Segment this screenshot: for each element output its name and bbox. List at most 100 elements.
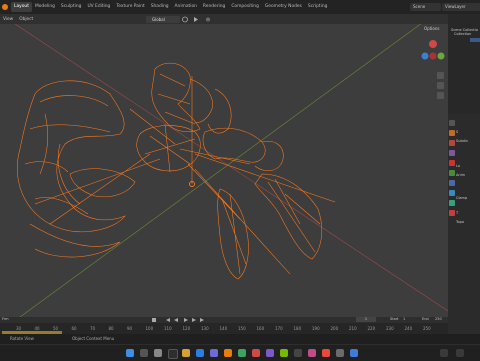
options-menu[interactable]: Options bbox=[424, 26, 439, 31]
menu-view[interactable]: View bbox=[0, 17, 16, 22]
app-icon[interactable] bbox=[210, 349, 218, 357]
wireframe-creature[interactable] bbox=[16, 62, 336, 280]
transform-orientation-dropdown[interactable]: Global bbox=[146, 16, 180, 23]
modifier-tab-icon[interactable] bbox=[449, 190, 455, 196]
prop-label: Clamp bbox=[456, 196, 468, 200]
app-icon[interactable] bbox=[266, 349, 274, 357]
os-taskbar bbox=[0, 344, 480, 361]
tab-shading[interactable]: Shading bbox=[148, 2, 172, 12]
frame-tick-label: 200 bbox=[330, 326, 339, 331]
tab-sculpting[interactable]: Sculpting bbox=[58, 2, 85, 12]
frame-tick-label: 240 bbox=[404, 326, 413, 331]
frame-tick-label: 210 bbox=[349, 326, 357, 331]
prop-label: Topo bbox=[456, 220, 465, 224]
3d-viewport[interactable] bbox=[0, 24, 448, 317]
frame-tick-label: 220 bbox=[367, 326, 376, 331]
blender-taskbar-icon[interactable] bbox=[224, 349, 232, 357]
frame-tick-label: 190 bbox=[312, 326, 320, 331]
proportional-edit-icon[interactable] bbox=[206, 17, 210, 22]
frame-tick-label: 110 bbox=[164, 326, 172, 331]
render-tab-icon[interactable] bbox=[449, 130, 455, 136]
tool-tab-icon[interactable] bbox=[449, 120, 455, 126]
system-tray-icon[interactable] bbox=[440, 349, 448, 357]
gizmo-z-icon[interactable] bbox=[421, 52, 429, 60]
prop-label: Subdiv bbox=[456, 139, 468, 143]
edge-icon[interactable] bbox=[196, 349, 204, 357]
tab-layout[interactable]: Layout bbox=[11, 2, 32, 12]
app-icon[interactable] bbox=[294, 349, 302, 357]
tab-texture-paint[interactable]: Texture Paint bbox=[113, 2, 147, 12]
scene-tab-icon[interactable] bbox=[449, 160, 455, 166]
tab-uv-editing[interactable]: UV Editing bbox=[84, 2, 113, 12]
task-view-icon[interactable] bbox=[154, 349, 162, 357]
status-context-menu: Object Context Menu bbox=[72, 336, 115, 341]
scene-selector[interactable]: Scene bbox=[410, 3, 441, 11]
property-labels: S Subdiv Lo Anim Clamp T Topo bbox=[456, 128, 468, 227]
object-tab-icon[interactable] bbox=[449, 180, 455, 186]
blender-logo-icon[interactable] bbox=[2, 4, 8, 10]
properties-panel: S Subdiv Lo Anim Clamp T Topo bbox=[448, 114, 480, 360]
navigation-gizmo bbox=[421, 40, 445, 99]
prop-label: T bbox=[456, 211, 459, 215]
gizmo-neg-x-icon[interactable] bbox=[429, 52, 437, 60]
outliner-list: Scene Collection Collection bbox=[448, 14, 480, 36]
chrome-icon[interactable] bbox=[252, 349, 260, 357]
snap-icon[interactable] bbox=[194, 17, 198, 22]
outliner-panel: Scene Collection Collection bbox=[448, 14, 480, 114]
nvidia-icon[interactable] bbox=[280, 349, 288, 357]
app-icon[interactable] bbox=[336, 349, 344, 357]
header-tool-icons bbox=[182, 16, 210, 23]
camera-view-icon[interactable] bbox=[437, 92, 444, 99]
prop-label: Lo bbox=[456, 164, 461, 168]
tab-geometry-nodes[interactable]: Geometry Nodes bbox=[262, 2, 305, 12]
frame-tick-label: 170 bbox=[275, 326, 283, 331]
y-axis-line bbox=[19, 24, 422, 317]
app-icon[interactable] bbox=[308, 349, 316, 357]
tab-modeling[interactable]: Modeling bbox=[32, 2, 58, 12]
workspace-tabs: Layout Modeling Sculpting UV Editing Texture… bbox=[11, 2, 330, 12]
tab-animation[interactable]: Animation bbox=[172, 2, 200, 12]
frame-tick-label: 90 bbox=[127, 326, 133, 331]
prop-label: S bbox=[456, 130, 459, 134]
zoom-icon[interactable] bbox=[437, 72, 444, 79]
gizmo-x-icon[interactable] bbox=[429, 40, 437, 48]
frame-tick-label: 80 bbox=[108, 326, 114, 331]
world-tab-icon[interactable] bbox=[449, 170, 455, 176]
tab-rendering[interactable]: Rendering bbox=[200, 2, 228, 12]
app-icon[interactable] bbox=[238, 349, 246, 357]
file-explorer-icon[interactable] bbox=[182, 349, 190, 357]
widgets-icon[interactable] bbox=[168, 349, 178, 359]
frame-tick-label: 180 bbox=[293, 326, 302, 331]
clock-icon[interactable] bbox=[456, 349, 464, 357]
tab-compositing[interactable]: Compositing bbox=[228, 2, 262, 12]
pivot-icon[interactable] bbox=[182, 16, 188, 23]
frame-tick-label: 60 bbox=[71, 326, 77, 331]
search-icon[interactable] bbox=[140, 349, 148, 357]
frame-tick-label: 100 bbox=[145, 326, 154, 331]
frame-tick-label: 250 bbox=[423, 326, 431, 331]
prop-label: Anim bbox=[456, 173, 465, 177]
viewport-canvas[interactable] bbox=[0, 24, 448, 317]
selected-object-highlight[interactable] bbox=[470, 38, 480, 42]
menu-object[interactable]: Object bbox=[16, 17, 36, 22]
app-icon[interactable] bbox=[350, 349, 358, 357]
workspace-bar: Layout Modeling Sculpting UV Editing Texture… bbox=[0, 0, 480, 14]
view-layer-selector[interactable]: ViewLayer bbox=[442, 3, 480, 11]
frame-tick-label: 160 bbox=[256, 326, 265, 331]
physics-tab-icon[interactable] bbox=[449, 200, 455, 206]
app-icon[interactable] bbox=[322, 349, 330, 357]
start-icon[interactable] bbox=[126, 349, 134, 357]
frame-tick-label: 130 bbox=[201, 326, 209, 331]
frame-tick-label: 230 bbox=[386, 326, 394, 331]
view-layer-tab-icon[interactable] bbox=[449, 150, 455, 156]
pan-hand-icon[interactable] bbox=[437, 82, 444, 89]
outliner-item[interactable]: Collection bbox=[451, 32, 478, 36]
output-tab-icon[interactable] bbox=[449, 140, 455, 146]
frame-tick-label: 70 bbox=[90, 326, 96, 331]
frame-tick-label: 140 bbox=[219, 326, 228, 331]
frame-tick-label: 150 bbox=[238, 326, 246, 331]
status-bar: Rotate View Object Context Menu bbox=[0, 334, 480, 344]
material-tab-icon[interactable] bbox=[449, 210, 455, 216]
tab-scripting[interactable]: Scripting bbox=[305, 2, 331, 12]
gizmo-y-icon[interactable] bbox=[437, 52, 445, 60]
